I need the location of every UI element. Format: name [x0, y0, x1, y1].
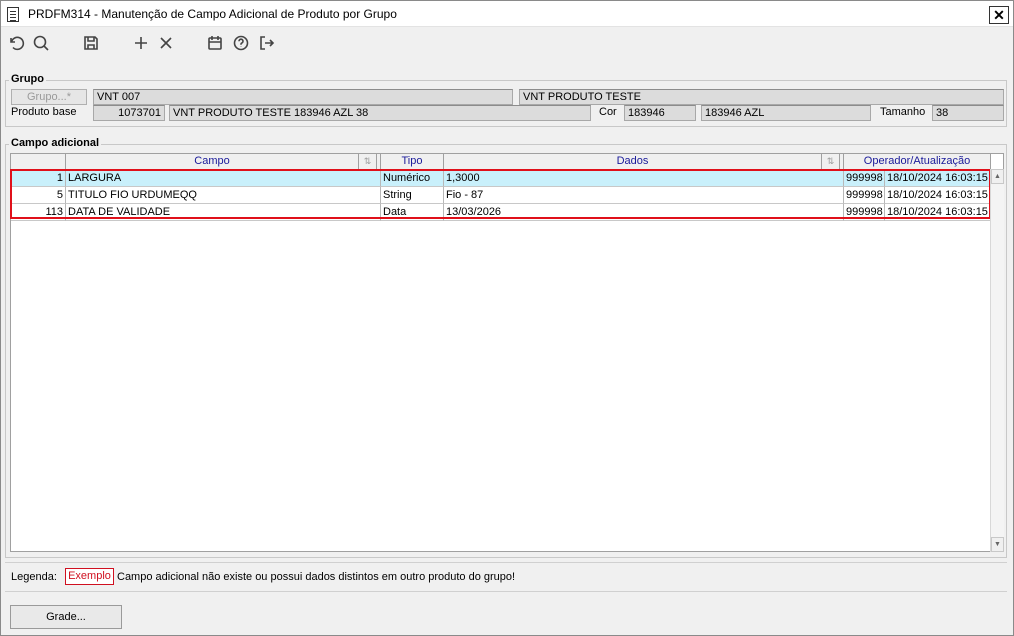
toolbar — [1, 28, 1013, 58]
close-button[interactable]: ✕ — [989, 6, 1009, 24]
grupo-legend: Grupo — [9, 73, 46, 85]
legenda-label: Legenda: — [11, 571, 57, 583]
header-dados[interactable]: Dados — [444, 154, 822, 170]
rows-highlight-box — [10, 169, 991, 219]
header-id[interactable] — [11, 154, 66, 170]
exit-icon[interactable] — [255, 32, 277, 54]
cor-code-field[interactable]: 183946 — [624, 105, 696, 121]
grupo-code-field[interactable]: VNT 007 — [93, 89, 513, 105]
help-icon[interactable] — [230, 32, 252, 54]
header-operador[interactable]: Operador/Atualização — [844, 154, 991, 170]
header-campo[interactable]: Campo — [66, 154, 359, 170]
produto-code-field[interactable]: 1073701 — [93, 105, 165, 121]
save-icon[interactable] — [80, 32, 102, 54]
cor-label: Cor — [599, 106, 617, 118]
grade-button[interactable]: Grade... — [10, 605, 122, 629]
add-icon[interactable] — [130, 32, 152, 54]
sort-dados-icon[interactable]: ⇅ — [822, 154, 840, 170]
vertical-scrollbar[interactable]: ▲ ▼ — [990, 169, 1004, 552]
scroll-up-icon[interactable]: ▲ — [991, 169, 1004, 184]
tamanho-label: Tamanho — [880, 106, 926, 118]
header-tipo[interactable]: Tipo — [381, 154, 444, 170]
cor-desc-field[interactable]: 183946 AZL — [701, 105, 871, 121]
title-bar: PRDFM314 - Manutenção de Campo Adicional… — [1, 1, 1013, 27]
search-icon[interactable] — [30, 32, 52, 54]
campo-adicional-legend: Campo adicional — [9, 137, 102, 149]
window-title: PRDFM314 - Manutenção de Campo Adicional… — [28, 7, 397, 21]
produto-base-label: Produto base — [11, 106, 77, 118]
produto-desc-field[interactable]: VNT PRODUTO TESTE 183946 AZL 38 — [169, 105, 591, 121]
legend-example-swatch: Exemplo — [65, 568, 114, 585]
delete-icon[interactable] — [155, 32, 177, 54]
calendar-icon[interactable] — [204, 32, 226, 54]
tamanho-field[interactable]: 38 — [932, 105, 1004, 121]
grupo-button[interactable]: Grupo...* — [11, 89, 87, 105]
scroll-down-icon[interactable]: ▼ — [991, 537, 1004, 552]
grupo-desc-field[interactable]: VNT PRODUTO TESTE — [519, 89, 1004, 105]
legend-text: Campo adicional não existe ou possui dad… — [117, 571, 516, 583]
undo-icon[interactable] — [5, 32, 27, 54]
document-icon — [7, 7, 19, 22]
sort-campo-icon[interactable]: ⇅ — [359, 154, 377, 170]
